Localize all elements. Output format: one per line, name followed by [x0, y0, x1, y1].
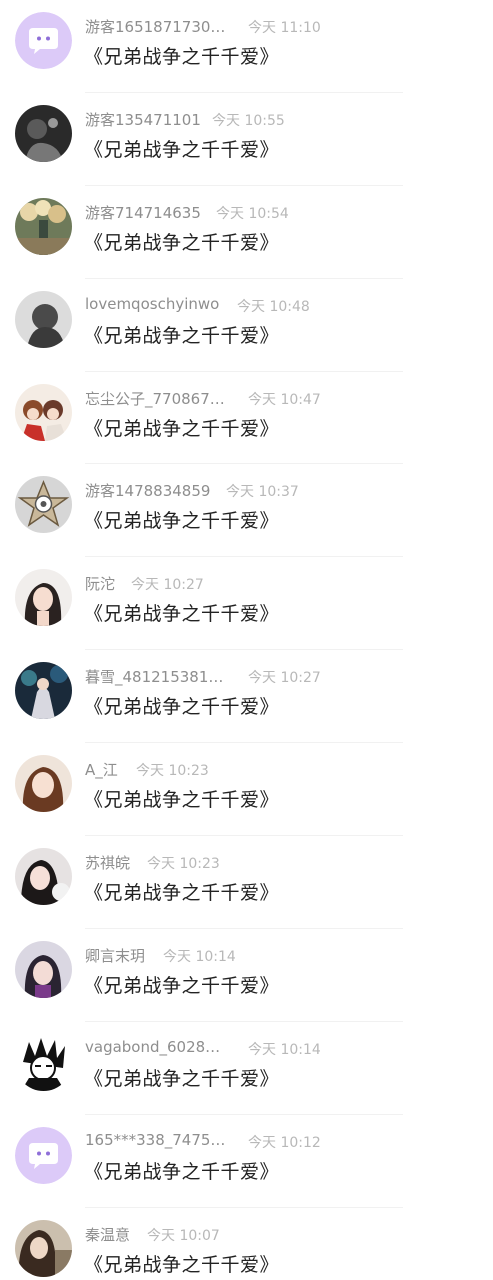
book-title: 《兄弟战争之千千爱》	[84, 417, 280, 440]
default-chat-avatar-icon	[15, 12, 72, 69]
avatar[interactable]	[15, 1033, 72, 1091]
avatar[interactable]	[15, 104, 72, 162]
avatar[interactable]	[15, 197, 72, 255]
book-title: 《兄弟战争之千千爱》	[84, 789, 280, 812]
list-item[interactable]: 游客135471101 今天 10:55 《兄弟战争之千千爱》	[0, 93, 493, 186]
avatar[interactable]	[15, 1219, 72, 1277]
timestamp: 今天 10:14	[163, 948, 236, 965]
user-photo-icon	[15, 569, 72, 627]
timestamp: 今天 10:37	[226, 484, 299, 501]
avatar[interactable]	[15, 1126, 72, 1184]
username: 暮雪_481215381…	[85, 668, 224, 687]
list-item[interactable]: 游客1651871730… 今天 11:10 《兄弟战争之千千爱》	[0, 0, 493, 93]
user-photo-icon	[15, 104, 72, 162]
timestamp: 今天 10:54	[216, 205, 289, 222]
list-item[interactable]: vagabond_6028… 今天 10:14 《兄弟战争之千千爱》	[0, 1022, 493, 1115]
book-title: 《兄弟战争之千千爱》	[84, 1160, 280, 1183]
list-item[interactable]: 卿言末玥 今天 10:14 《兄弟战争之千千爱》	[0, 929, 493, 1022]
book-title: 《兄弟战争之千千爱》	[84, 231, 280, 254]
list-item[interactable]: lovemqoschyinwo 今天 10:48 《兄弟战争之千千爱》	[0, 279, 493, 372]
user-photo-icon	[15, 1219, 72, 1277]
username: 165***338_7475…	[85, 1130, 226, 1149]
timestamp: 今天 10:14	[248, 1041, 321, 1058]
list-item[interactable]: A_江 今天 10:23 《兄弟战争之千千爱》	[0, 743, 493, 837]
timestamp: 今天 10:27	[131, 577, 204, 594]
user-photo-icon	[15, 290, 72, 348]
timestamp: 今天 10:12	[248, 1134, 321, 1151]
book-title: 《兄弟战争之千千爱》	[84, 603, 280, 626]
username: 游客1651871730…	[85, 18, 226, 36]
list-item[interactable]: 165***338_7475… 今天 10:12 《兄弟战争之千千爱》	[0, 1115, 493, 1208]
username: vagabond_6028…	[85, 1037, 221, 1056]
avatar[interactable]	[15, 569, 72, 627]
username: 游客714714635	[85, 203, 201, 222]
username: 游客135471101	[85, 110, 201, 129]
timestamp: 今天 10:07	[147, 1227, 220, 1244]
user-photo-icon	[15, 383, 72, 441]
timestamp: 今天 10:55	[212, 112, 285, 129]
list-item[interactable]: 游客1478834859 今天 10:37 《兄弟战争之千千爱》	[0, 464, 493, 558]
user-photo-icon	[15, 197, 72, 255]
username: 游客1478834859	[85, 482, 211, 501]
avatar[interactable]	[15, 755, 72, 813]
avatar[interactable]	[15, 848, 72, 906]
timestamp: 今天 10:23	[147, 856, 220, 873]
list-item[interactable]: 忘尘公子_770867… 今天 10:47 《兄弟战争之千千爱》	[0, 372, 493, 465]
avatar[interactable]	[15, 12, 72, 69]
default-chat-avatar-icon	[15, 1126, 72, 1184]
user-photo-icon	[15, 755, 72, 813]
timestamp: 今天 10:47	[248, 391, 321, 408]
message-list: 游客1651871730… 今天 11:10 《兄弟战争之千千爱》 游客1354…	[0, 0, 493, 1280]
avatar[interactable]	[15, 940, 72, 998]
timestamp: 今天 10:48	[237, 298, 310, 315]
book-title: 《兄弟战争之千千爱》	[84, 46, 280, 68]
list-item[interactable]: 暮雪_481215381… 今天 10:27 《兄弟战争之千千爱》	[0, 650, 493, 744]
username: 秦温意	[85, 1225, 131, 1244]
avatar[interactable]	[15, 662, 72, 720]
timestamp: 今天 10:27	[248, 670, 321, 687]
list-item[interactable]: 游客714714635 今天 10:54 《兄弟战争之千千爱》	[0, 186, 493, 279]
user-photo-icon	[15, 476, 72, 534]
book-title: 《兄弟战争之千千爱》	[84, 1067, 280, 1090]
avatar[interactable]	[15, 383, 72, 441]
timestamp: 今天 10:23	[136, 763, 209, 780]
list-item[interactable]: 苏祺皖 今天 10:23 《兄弟战争之千千爱》	[0, 836, 493, 929]
list-item[interactable]: 秦温意 今天 10:07 《兄弟战争之千千爱》	[0, 1208, 493, 1280]
avatar[interactable]	[15, 290, 72, 348]
username: 苏祺皖	[85, 854, 131, 873]
user-photo-icon	[15, 940, 72, 998]
book-title: 《兄弟战争之千千爱》	[84, 138, 280, 161]
user-photo-icon	[15, 848, 72, 906]
username: lovemqoschyinwo	[85, 294, 220, 313]
user-photo-icon	[15, 1033, 72, 1091]
timestamp: 今天 11:10	[248, 20, 321, 36]
book-title: 《兄弟战争之千千爱》	[84, 696, 280, 719]
book-title: 《兄弟战争之千千爱》	[84, 510, 280, 533]
list-item[interactable]: 阮沱 今天 10:27 《兄弟战争之千千爱》	[0, 557, 493, 651]
username: 阮沱	[85, 575, 116, 594]
username: 卿言末玥	[85, 946, 146, 965]
book-title: 《兄弟战争之千千爱》	[84, 882, 280, 905]
username: A_江	[85, 761, 118, 780]
book-title: 《兄弟战争之千千爱》	[84, 324, 280, 347]
user-photo-icon	[15, 662, 72, 720]
avatar[interactable]	[15, 476, 72, 534]
book-title: 《兄弟战争之千千爱》	[84, 974, 280, 997]
username: 忘尘公子_770867…	[85, 389, 225, 408]
book-title: 《兄弟战争之千千爱》	[84, 1253, 280, 1276]
